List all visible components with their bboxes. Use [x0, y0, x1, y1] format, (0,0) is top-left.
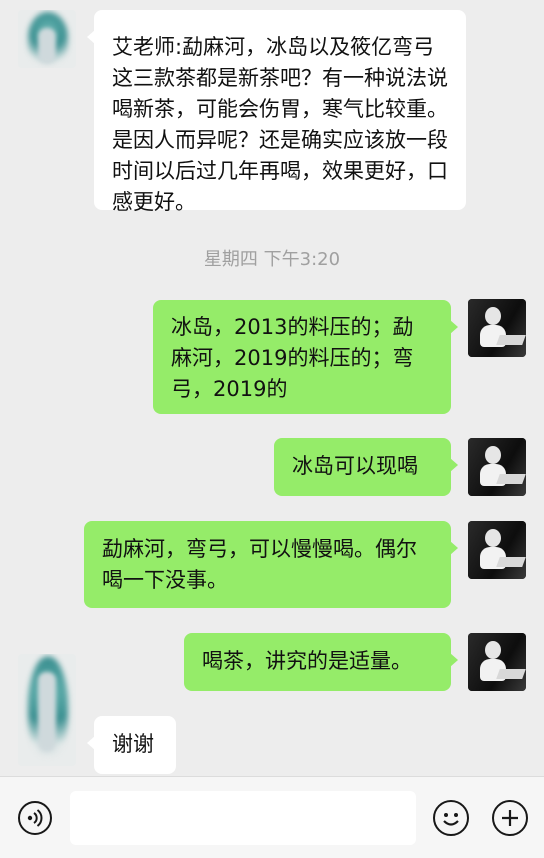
plus-icon[interactable]: [492, 800, 528, 836]
my-avatar[interactable]: [468, 633, 526, 691]
message-input[interactable]: [70, 791, 416, 845]
my-avatar[interactable]: [468, 521, 526, 579]
message-text: 艾老师:勐麻河，冰岛以及筱亿弯弓这三款茶都是新茶吧？有一种说法说喝新茶，可能会伤…: [112, 35, 448, 214]
message-bubble-outgoing[interactable]: 冰岛，2013的料压的；勐麻河，2019的料压的；弯弓，2019的: [153, 300, 458, 414]
message-text: 冰岛可以现喝: [292, 454, 418, 478]
timestamp: 星期四 下午3:20: [203, 249, 341, 270]
message-bubble-incoming[interactable]: 谢谢: [87, 716, 176, 774]
message-bubble-outgoing[interactable]: 喝茶，讲究的是适量。: [184, 633, 458, 691]
emoji-icon[interactable]: [433, 800, 469, 836]
my-avatar[interactable]: [468, 299, 526, 357]
message-text: 喝茶，讲究的是适量。: [202, 649, 412, 673]
message-bubble-outgoing[interactable]: 勐麻河，弯弓，可以慢慢喝。偶尔喝一下没事。: [84, 521, 458, 608]
message-text: 勐麻河，弯弓，可以慢慢喝。偶尔喝一下没事。: [102, 537, 417, 592]
message-bubble-incoming[interactable]: 艾老师:勐麻河，冰岛以及筱亿弯弓这三款茶都是新茶吧？有一种说法说喝新茶，可能会伤…: [87, 10, 466, 214]
message-bubble-outgoing[interactable]: 冰岛可以现喝: [274, 438, 458, 496]
message-text: 冰岛，2013的料压的；勐麻河，2019的料压的；弯弓，2019的: [171, 315, 414, 401]
message-text: 谢谢: [112, 732, 154, 756]
contact-avatar[interactable]: [18, 654, 76, 766]
my-avatar[interactable]: [468, 438, 526, 496]
contact-avatar[interactable]: [18, 10, 76, 68]
input-bar: [0, 776, 544, 858]
chat-area[interactable]: 艾老师:勐麻河，冰岛以及筱亿弯弓这三款茶都是新茶吧？有一种说法说喝新茶，可能会伤…: [0, 0, 544, 776]
voice-icon[interactable]: [18, 801, 52, 835]
